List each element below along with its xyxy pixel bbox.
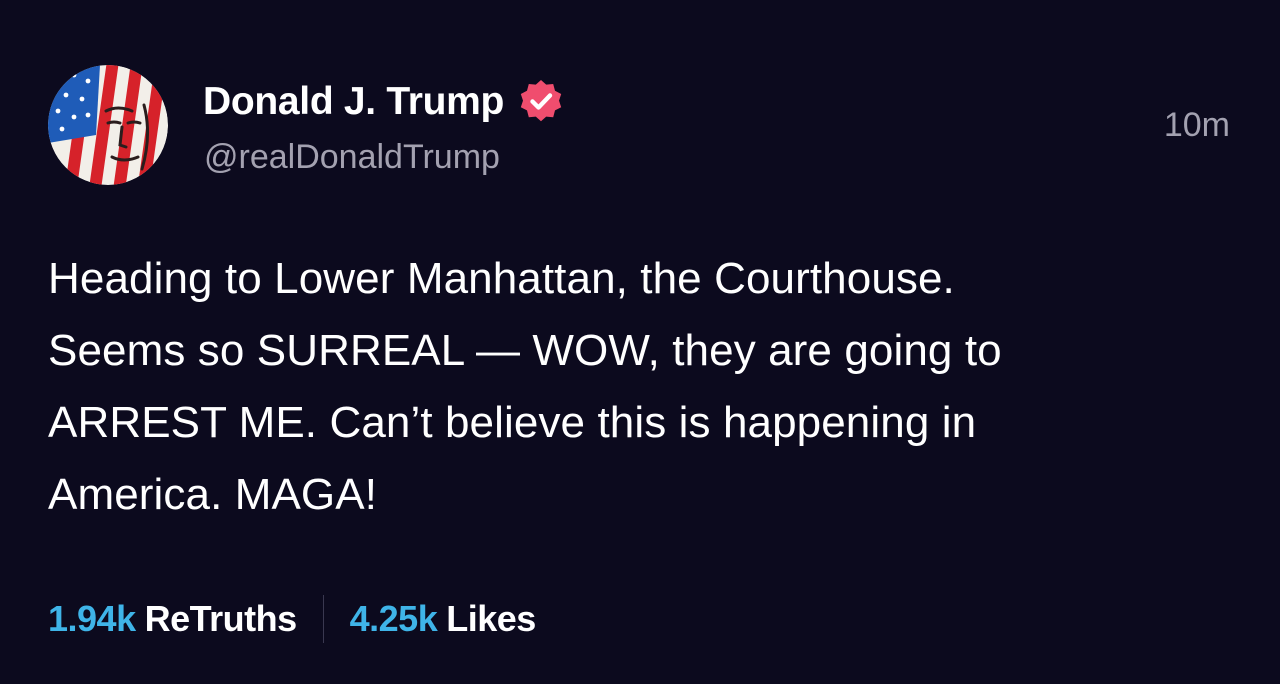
post-body-line: ARREST ME. Can’t believe this is happeni… <box>48 398 977 447</box>
post-timestamp[interactable]: 10m <box>1164 106 1230 145</box>
flag-portrait-avatar-icon <box>48 65 168 185</box>
truth-post: Donald J. Trump @realDonaldTrump 10m Hea… <box>0 0 1280 684</box>
likes-label: Likes <box>446 598 536 639</box>
author-handle[interactable]: @realDonaldTrump <box>204 138 500 177</box>
author-display-name[interactable]: Donald J. Trump <box>203 80 504 124</box>
post-body-line: Heading to Lower Manhattan, the Courthou… <box>48 254 955 303</box>
likes-count: 4.25k <box>349 598 438 639</box>
post-body-line: America. MAGA! <box>48 470 378 519</box>
retruths-stat[interactable]: 1.94k ReTruths <box>48 598 297 640</box>
author-name-row[interactable]: Donald J. Trump <box>203 76 565 128</box>
post-body-line: Seems so SURREAL — WOW, they are going t… <box>48 326 1002 375</box>
verified-badge-icon <box>520 80 562 122</box>
post-body: Heading to Lower Manhattan, the Courthou… <box>48 243 1238 531</box>
likes-stat[interactable]: 4.25k Likes <box>349 598 537 640</box>
retruths-label: ReTruths <box>144 598 298 639</box>
author-avatar[interactable] <box>48 65 168 185</box>
stats-divider <box>322 595 324 643</box>
post-stats: 1.94k ReTruths 4.25k Likes <box>48 593 536 645</box>
retruths-count: 1.94k <box>48 598 136 639</box>
